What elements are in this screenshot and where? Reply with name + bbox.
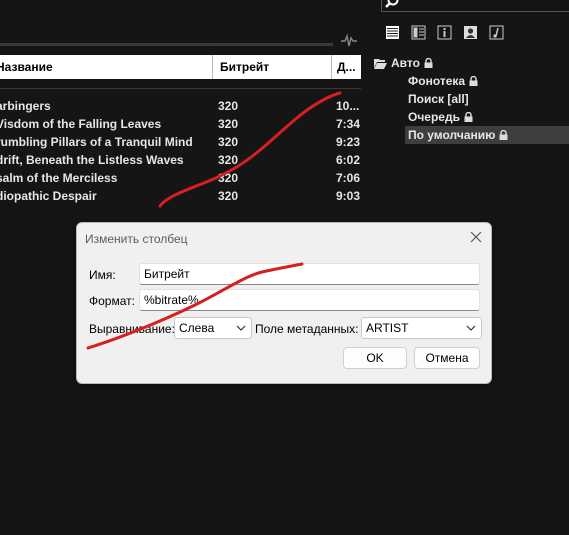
tree-item-search[interactable]: Поиск [all] (374, 90, 569, 108)
tree-item-label: По умолчанию (408, 128, 496, 142)
metadata-value: ARTIST (366, 321, 409, 335)
format-field[interactable]: %bitrate% (139, 289, 480, 311)
tree-root-auto[interactable]: Авто (374, 54, 569, 72)
table-row[interactable]: Visdom of the Falling Leaves 320 7:34 (0, 115, 361, 133)
track-bitrate: 320 (218, 171, 239, 185)
tree-item-queue[interactable]: Очередь (374, 108, 569, 126)
track-bitrate: 320 (218, 99, 239, 113)
name-label: Имя: (89, 268, 116, 282)
table-row[interactable]: arbingers 320 10... (0, 97, 361, 115)
alignment-select[interactable]: Слева (174, 317, 252, 339)
column-bitrate-header[interactable]: Битрейт (220, 55, 269, 79)
track-duration: 6:02 (336, 153, 361, 167)
list-view-icon[interactable] (384, 24, 401, 41)
alignment-label: Выравнивание: (89, 322, 175, 336)
lock-icon (464, 112, 473, 122)
track-title: drift, Beneath the Listless Waves (0, 153, 184, 167)
table-row[interactable]: diopathic Despair 320 9:03 (0, 187, 361, 205)
column-duration-header[interactable]: Д... (337, 55, 356, 79)
tree-item-label: Поиск [all] (408, 92, 469, 106)
format-label: Формат: (89, 294, 135, 308)
artist-view-icon[interactable] (462, 24, 479, 41)
metadata-label: Поле метаданных: (255, 322, 359, 336)
track-title: rumbling Pillars of a Tranquil Mind (0, 135, 193, 149)
track-list: arbingers 320 10... Visdom of the Fallin… (0, 97, 361, 205)
view-switcher (384, 24, 505, 41)
track-duration: 10... (336, 99, 360, 113)
tree-root-label: Авто (391, 56, 420, 70)
name-field[interactable]: Битрейт (139, 263, 480, 285)
tree-item-library[interactable]: Фонотека (374, 72, 569, 90)
lock-icon (499, 130, 508, 140)
tree-item-default[interactable]: По умолчанию (405, 126, 569, 144)
table-row[interactable]: rumbling Pillars of a Tranquil Mind 320 … (0, 133, 361, 151)
track-duration: 9:23 (336, 135, 361, 149)
grid-view-icon[interactable] (410, 24, 427, 41)
lock-icon (469, 76, 478, 86)
cancel-button[interactable]: Отмена (414, 347, 480, 369)
info-view-icon[interactable] (436, 24, 453, 41)
playlist-tree: Авто Фонотека Поиск [all] Очередь По умо… (374, 54, 569, 144)
divider (0, 88, 361, 89)
track-title: arbingers (0, 99, 51, 113)
folder-open-icon (374, 58, 387, 69)
lyrics-view-icon[interactable] (488, 24, 505, 41)
seek-bar[interactable] (0, 43, 333, 46)
track-duration: 7:34 (336, 117, 361, 131)
search-icon[interactable] (384, 0, 400, 9)
metadata-select[interactable]: ARTIST (361, 317, 482, 339)
track-title: diopathic Despair (0, 189, 97, 203)
close-icon[interactable] (469, 230, 483, 244)
column-title-header[interactable]: Название (0, 55, 53, 79)
column-divider[interactable] (212, 55, 213, 79)
column-header: Название Битрейт Д... (0, 55, 361, 79)
waveform-icon[interactable] (341, 33, 357, 49)
chevron-down-icon (466, 325, 476, 331)
track-bitrate: 320 (218, 117, 239, 131)
tree-item-label: Фонотека (408, 74, 466, 88)
track-title: salm of the Merciless (0, 171, 118, 185)
table-row[interactable]: salm of the Merciless 320 7:06 (0, 169, 361, 187)
track-duration: 7:06 (336, 171, 361, 185)
track-bitrate: 320 (218, 135, 239, 149)
track-bitrate: 320 (218, 153, 239, 167)
table-row[interactable]: drift, Beneath the Listless Waves 320 6:… (0, 151, 361, 169)
edit-column-dialog: Изменить столбец Имя: Битрейт Формат: %b… (76, 222, 492, 384)
track-bitrate: 320 (218, 189, 239, 203)
column-divider[interactable] (331, 55, 332, 79)
chevron-down-icon (236, 325, 246, 331)
ok-button[interactable]: OK (343, 347, 407, 369)
track-duration: 9:03 (336, 189, 361, 203)
tree-item-label: Очередь (408, 110, 460, 124)
lock-icon (424, 58, 433, 68)
search-field[interactable] (381, 0, 569, 12)
dialog-title: Изменить столбец (85, 232, 188, 246)
track-title: Visdom of the Falling Leaves (0, 117, 162, 131)
alignment-value: Слева (179, 321, 215, 335)
